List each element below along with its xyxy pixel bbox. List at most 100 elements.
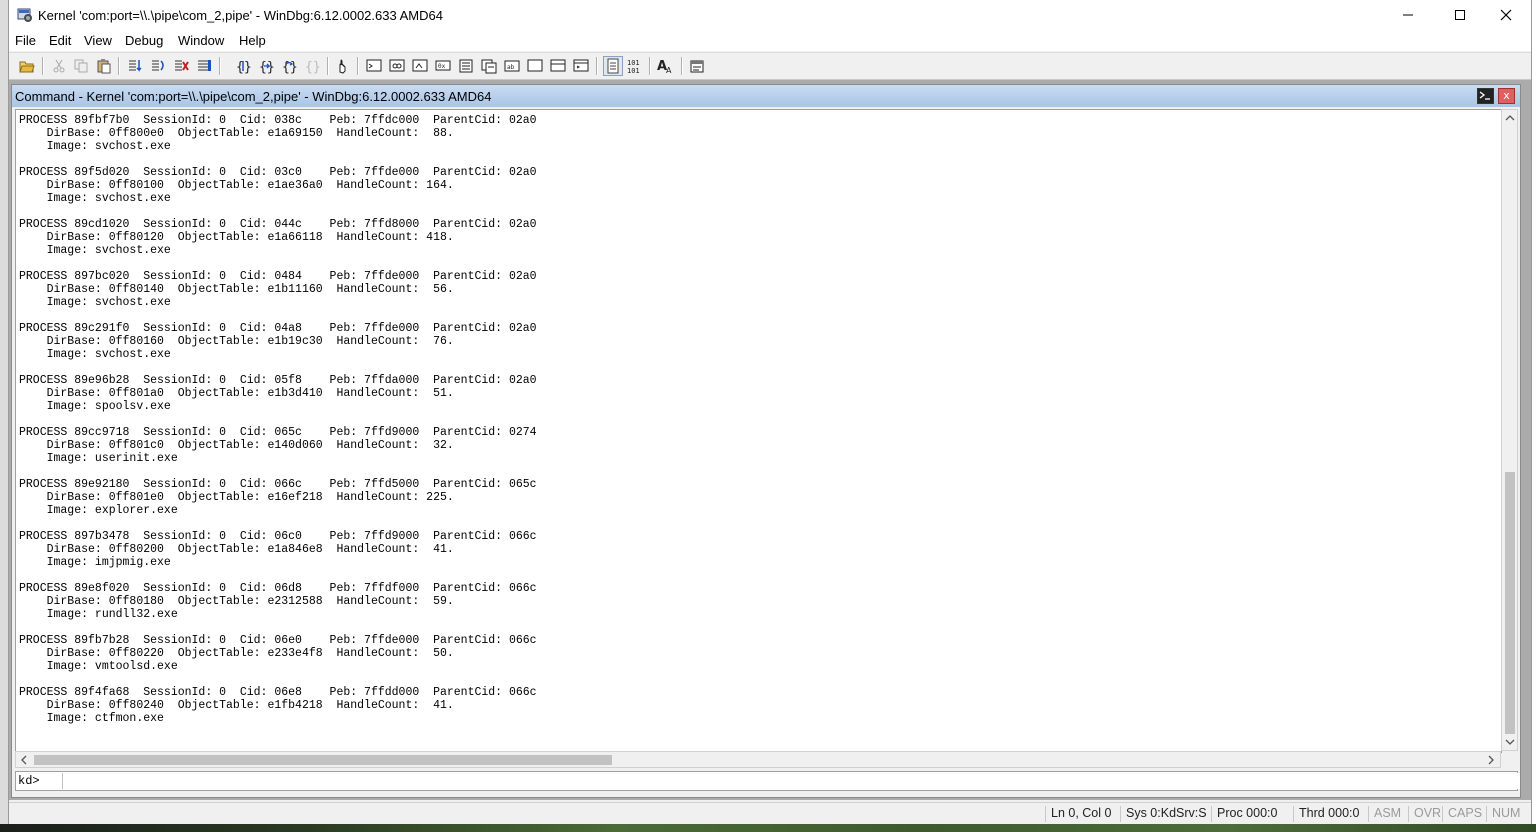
font-button[interactable]: AA	[656, 56, 676, 76]
close-icon	[1500, 9, 1512, 21]
stop-button[interactable]: {}	[256, 56, 276, 76]
svg-text:101: 101	[627, 59, 640, 67]
paste-button[interactable]	[94, 56, 114, 76]
break-button[interactable]: {}	[279, 56, 299, 76]
menu-view[interactable]: View	[84, 33, 112, 48]
output-line: Image: svchost.exe	[19, 244, 171, 257]
hex-mode-button[interactable]: 101 101	[625, 56, 645, 76]
menu-debug[interactable]: Debug	[125, 33, 163, 48]
chevron-right-icon	[1488, 755, 1494, 765]
menu-edit[interactable]: Edit	[49, 33, 71, 48]
memory-button[interactable]: 0x	[433, 56, 453, 76]
stop-icon: {}	[259, 60, 274, 74]
output-line: PROCESS 89e8f020 SessionId: 0 Cid: 06d8 …	[19, 582, 537, 595]
maximize-button[interactable]	[1437, 0, 1483, 30]
registers-button[interactable]	[410, 56, 430, 76]
output-line: DirBase: 0ff80240 ObjectTable: e1fb4218 …	[19, 699, 454, 712]
font-icon: AA	[657, 59, 672, 74]
menu-help[interactable]: Help	[239, 33, 266, 48]
scroll-down-arrow[interactable]	[1502, 734, 1518, 750]
output-line: DirBase: 0ff80220 ObjectTable: e233e4f8 …	[19, 647, 454, 660]
step-into-button[interactable]	[125, 56, 145, 76]
command-window-title-bar[interactable]: Command - Kernel 'com:port=\\.\pipe\com_…	[12, 85, 1520, 107]
source-mode-button[interactable]	[603, 56, 623, 76]
close-button[interactable]	[1483, 0, 1529, 30]
title-bar[interactable]: Kernel 'com:port=\\.\pipe\com_2,pipe' - …	[9, 0, 1531, 30]
command-prompt-row: kd>	[15, 771, 1520, 791]
hex-mode-icon: 101101	[627, 59, 640, 74]
output-line: PROCESS 89e96b28 SessionId: 0 Cid: 05f8 …	[19, 374, 537, 387]
output-line: Image: spoolsv.exe	[19, 400, 171, 413]
windbg-app-icon	[17, 7, 33, 23]
minimize-icon	[1403, 14, 1413, 16]
call-stack-button[interactable]	[456, 56, 476, 76]
command-output-pane[interactable]: PROCESS 89fbf7b0 SessionId: 0 Cid: 038c …	[15, 109, 1502, 753]
source-mode-icon	[607, 58, 619, 74]
output-line: DirBase: 0ff80180 ObjectTable: e2312588 …	[19, 595, 454, 608]
minimize-button[interactable]	[1385, 0, 1431, 30]
cut-button[interactable]	[49, 56, 69, 76]
command-window-title: Command - Kernel 'com:port=\\.\pipe\com_…	[15, 89, 492, 104]
disassembly-button[interactable]	[479, 56, 499, 76]
output-line: PROCESS 897b3478 SessionId: 0 Cid: 06c0 …	[19, 530, 537, 543]
cut-icon	[53, 59, 65, 73]
options-button[interactable]	[687, 56, 707, 76]
command-output-text: PROCESS 89fbf7b0 SessionId: 0 Cid: 038c …	[19, 114, 537, 725]
output-line: PROCESS 89c291f0 SessionId: 0 Cid: 04a8 …	[19, 322, 537, 335]
command-window-close-button[interactable]: x	[1498, 88, 1515, 104]
step-out-icon	[175, 60, 189, 71]
hand-button[interactable]: {}	[302, 56, 322, 76]
menu-bar: File Edit View Debug Window Help	[9, 30, 1531, 51]
maximize-icon	[1455, 10, 1465, 20]
vertical-scrollbar[interactable]	[1501, 109, 1518, 751]
windbg-main-window: Kernel 'com:port=\\.\pipe\com_2,pipe' - …	[8, 0, 1532, 825]
disassembly-icon	[481, 59, 497, 74]
command-prompt-icon[interactable]	[1477, 88, 1494, 104]
svg-text:{}: {}	[259, 60, 274, 74]
horizontal-scroll-thumb[interactable]	[34, 755, 612, 765]
restart-button[interactable]: {}	[233, 56, 253, 76]
output-line: Image: imjpmig.exe	[19, 556, 171, 569]
processes-icon	[527, 59, 543, 72]
output-button[interactable]	[571, 56, 591, 76]
output-line: Image: rundll32.exe	[19, 608, 178, 621]
horizontal-scrollbar[interactable]	[15, 751, 1501, 768]
output-line: PROCESS 89fbf7b0 SessionId: 0 Cid: 038c …	[19, 114, 537, 127]
watch-icon	[366, 59, 382, 72]
command-button[interactable]	[333, 56, 353, 76]
menu-file[interactable]: File	[15, 33, 36, 48]
scroll-right-arrow[interactable]	[1483, 752, 1499, 768]
step-out-button[interactable]	[171, 56, 191, 76]
step-over-icon	[152, 60, 164, 71]
scratch-pad-button[interactable]: ab	[502, 56, 522, 76]
copy-button[interactable]	[71, 56, 91, 76]
output-line: DirBase: 0ff801a0 ObjectTable: e1b3d410 …	[19, 387, 454, 400]
chevron-up-icon	[1505, 115, 1515, 121]
scroll-left-arrow[interactable]	[16, 752, 32, 768]
step-over-button[interactable]	[148, 56, 168, 76]
status-ovr: OVR	[1408, 806, 1441, 822]
output-line: DirBase: 0ff801c0 ObjectTable: e140d060 …	[19, 439, 454, 452]
output-line: Image: svchost.exe	[19, 296, 171, 309]
status-asm: ASM	[1368, 806, 1401, 822]
output-line: DirBase: 0ff800e0 ObjectTable: e1a69150 …	[19, 127, 454, 140]
output-line: PROCESS 89cc9718 SessionId: 0 Cid: 065c …	[19, 426, 537, 439]
svg-text:ab: ab	[507, 64, 515, 71]
desktop-wallpaper-strip	[0, 824, 1536, 832]
memory-icon: 0x	[435, 60, 451, 71]
command-input[interactable]	[62, 773, 1520, 789]
scroll-up-arrow[interactable]	[1502, 110, 1518, 126]
window-list-button[interactable]	[548, 56, 568, 76]
scratch-pad-icon: ab	[504, 60, 520, 72]
paste-icon	[97, 59, 111, 74]
watch-button[interactable]	[364, 56, 384, 76]
svg-text:{}: {}	[305, 60, 320, 74]
status-proc: Proc 000:0	[1211, 806, 1277, 822]
menu-window[interactable]: Window	[178, 33, 224, 48]
locals-button[interactable]	[387, 56, 407, 76]
open-button[interactable]	[17, 56, 37, 76]
vertical-scroll-thumb[interactable]	[1505, 472, 1515, 734]
processes-button[interactable]	[525, 56, 545, 76]
run-to-cursor-button[interactable]	[194, 56, 214, 76]
output-line: Image: userinit.exe	[19, 452, 178, 465]
